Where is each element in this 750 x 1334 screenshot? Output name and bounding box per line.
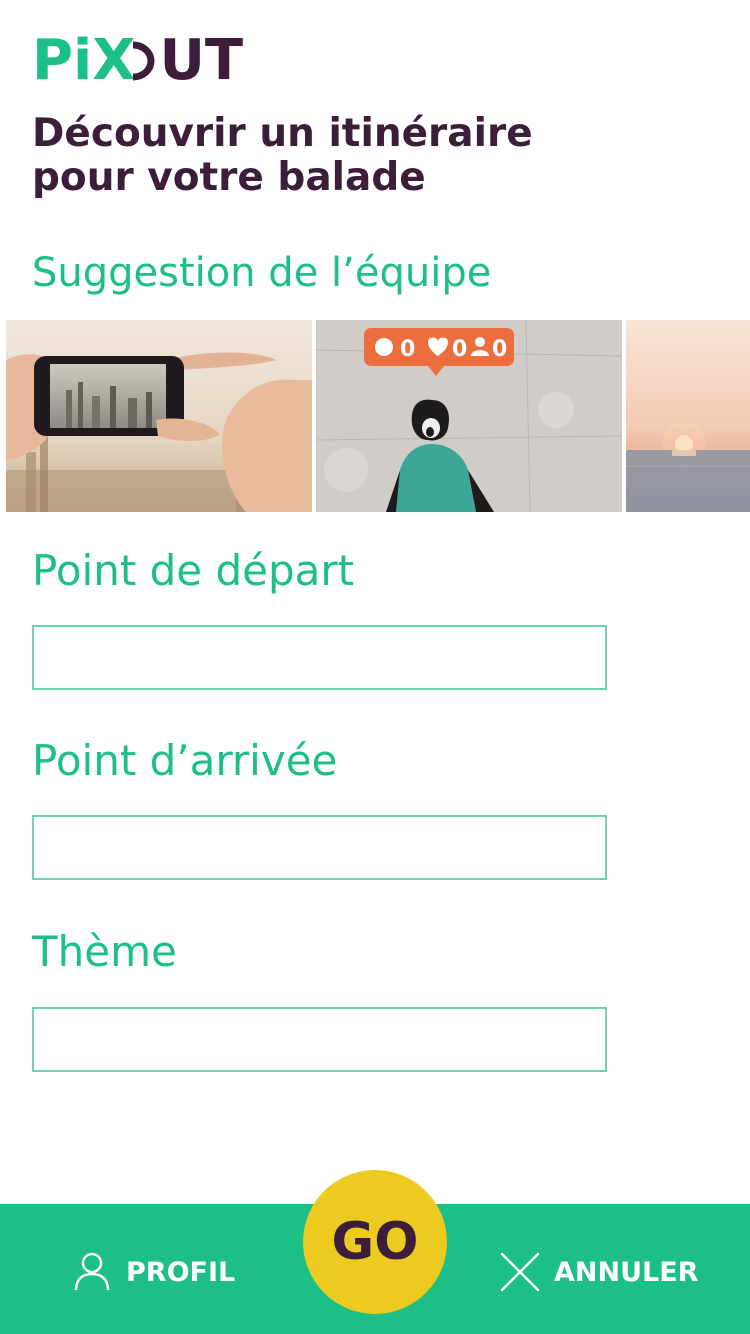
end-point-label: Point d’arrivée: [32, 736, 338, 785]
street-art-count-1: 0: [400, 337, 415, 362]
logo-text-pi: Pi: [32, 28, 93, 93]
page-title-line-1: Découvrir un itinéraire: [32, 111, 533, 156]
page-title-line-2: pour votre balade: [32, 155, 426, 200]
start-point-label: Point de départ: [32, 546, 355, 595]
suggestion-card-sunset[interactable]: [626, 320, 750, 512]
user-icon: [70, 1250, 114, 1294]
suggestion-card-street-art[interactable]: 0 0 0: [316, 320, 622, 512]
suggestion-card-city[interactable]: [6, 320, 312, 512]
logo-text-ut: UT: [159, 28, 244, 93]
street-art-count-2: 0: [452, 337, 467, 362]
end-point-input[interactable]: [32, 815, 607, 880]
profile-button[interactable]: PROFIL: [70, 1240, 235, 1304]
street-art-count-3: 0: [492, 337, 507, 362]
sunset-sea-image: [626, 320, 750, 512]
page-title: Découvrir un itinéraire pour votre balad…: [32, 112, 712, 200]
suggestions-carousel[interactable]: 0 0 0: [6, 320, 750, 512]
close-icon: [498, 1250, 542, 1294]
city-photo-hands-image: [6, 320, 312, 512]
go-button[interactable]: GO: [303, 1170, 447, 1314]
theme-label: Thème: [32, 927, 177, 976]
cancel-button-label: ANNULER: [554, 1256, 699, 1288]
street-art-boy-image: 0 0 0: [316, 320, 622, 512]
theme-input[interactable]: [32, 1007, 607, 1072]
start-point-input[interactable]: [32, 625, 607, 690]
profile-button-label: PROFIL: [126, 1256, 236, 1288]
suggestions-heading: Suggestion de l’équipe: [32, 250, 492, 296]
logo-o-arc-icon: [133, 41, 155, 81]
carousel-track: 0 0 0: [6, 320, 750, 512]
cancel-button[interactable]: ANNULER: [498, 1240, 698, 1304]
app-logo: Pi X UT: [32, 28, 244, 93]
